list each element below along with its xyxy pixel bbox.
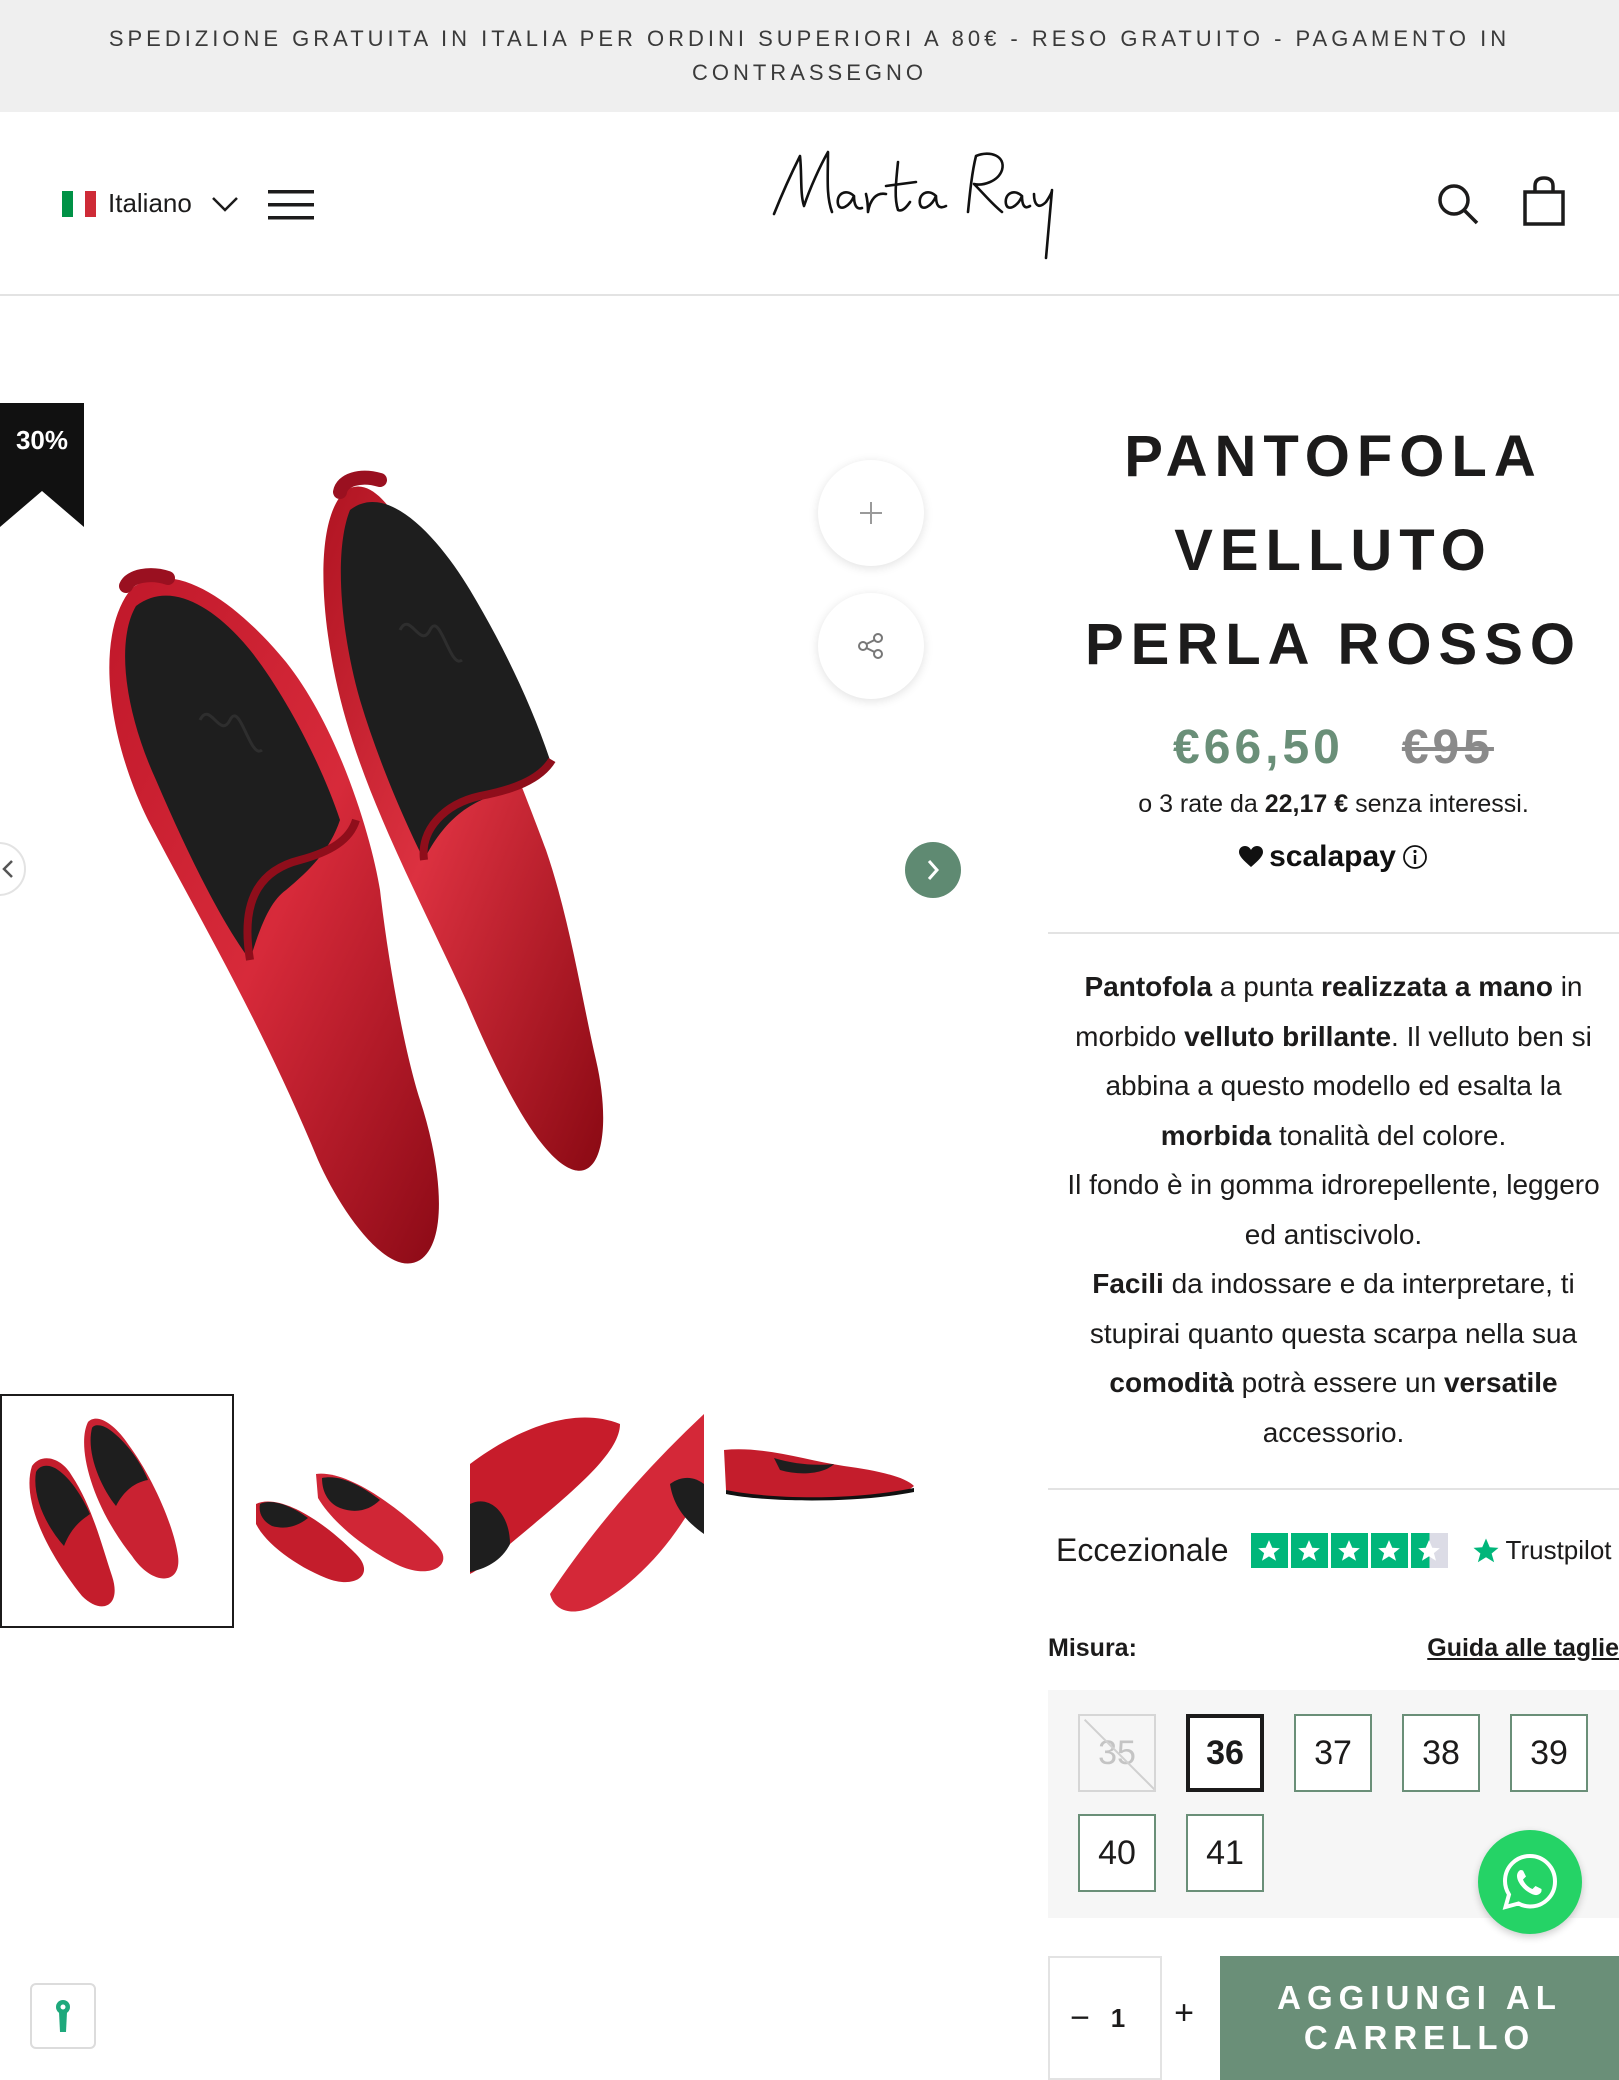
share-button[interactable] [818, 593, 924, 699]
trustpilot-brand: Trustpilot [1505, 1535, 1612, 1565]
star-icon [1370, 1533, 1408, 1568]
menu-icon[interactable] [268, 188, 314, 222]
whatsapp-icon [1502, 1853, 1558, 1910]
scalapay-badge[interactable]: scalapay [1048, 840, 1619, 874]
search-icon[interactable] [1436, 182, 1480, 226]
star-half-icon [1410, 1533, 1448, 1568]
size-header: Misura: Guida alle taglie [1048, 1634, 1619, 1663]
desc-bold: morbida [1160, 1119, 1272, 1151]
italy-flag-icon [62, 190, 96, 217]
trustpilot-star-icon [1473, 1538, 1499, 1562]
desc-text: da indossare e da interpretare, ti stupi… [1089, 1268, 1578, 1349]
desc-bold: comodità [1109, 1367, 1234, 1398]
star-icon [1330, 1533, 1368, 1568]
desc-text: tonalità del colore. [1271, 1119, 1507, 1151]
quantity-value[interactable]: 1 [1111, 2003, 1125, 2034]
product-title-line: PANTOFOLA [1124, 424, 1543, 489]
product-title-line: VELLUTO [1174, 518, 1493, 583]
size-option-35[interactable]: 35 [1078, 1714, 1156, 1792]
thumbnail-strip [0, 1394, 940, 1628]
description-paragraph: Il fondo è in gomma idrorepellente, legg… [1067, 1169, 1600, 1250]
discount-badge-text: 30% [15, 425, 69, 455]
trustpilot-widget[interactable]: Eccezionale Trustpilot [1056, 1532, 1619, 1569]
installments-text: o 3 rate da 22,17 € senza interessi. [1048, 790, 1619, 819]
price-block: €66,50 €95 [1048, 720, 1619, 775]
star-icon [1290, 1533, 1328, 1568]
installments-amount: 22,17 € [1264, 790, 1349, 818]
product-info: PANTOFOLA VELLUTO PERLA ROSSO €66,50 €95… [1048, 400, 1619, 2080]
language-selector[interactable]: Italiano [62, 188, 238, 219]
size-option-36[interactable]: 36 [1186, 1714, 1264, 1792]
desc-text: accessorio. [1262, 1416, 1405, 1448]
size-label: Misura: [1048, 1634, 1137, 1662]
divider [1048, 1488, 1619, 1490]
description-paragraph: Pantofola a punta realizzata a mano in m… [1048, 962, 1619, 1160]
trustpilot-stars [1250, 1533, 1448, 1568]
next-image-button[interactable] [905, 842, 961, 898]
thumbnail-3-image [470, 1414, 704, 1612]
announcement-bar: SPEDIZIONE GRATUITA IN ITALIA PER ORDINI… [0, 0, 1619, 112]
thumbnail-3[interactable] [470, 1394, 704, 1628]
thumbnail-2-image [256, 1473, 444, 1583]
thumbnail-2[interactable] [236, 1394, 470, 1628]
size-option-38[interactable]: 38 [1402, 1714, 1480, 1792]
size-option-37[interactable]: 37 [1294, 1714, 1372, 1792]
thumbnail-1[interactable] [0, 1394, 234, 1628]
discount-badge: 30% [0, 403, 84, 527]
desc-bold: Facili [1092, 1268, 1164, 1299]
add-to-cart-button[interactable]: AGGIUNGI AL CARRELLO [1220, 1956, 1619, 2080]
heart-icon [1239, 846, 1264, 867]
description-paragraph: Facili da indossare e da interpretare, t… [1048, 1259, 1619, 1457]
product-main-image[interactable] [0, 400, 960, 1340]
site-header: Italiano [0, 112, 1619, 296]
size-guide-link[interactable]: Guida alle taglie [1427, 1634, 1619, 1663]
chevron-left-icon [2, 860, 13, 878]
size-option-39[interactable]: 39 [1510, 1714, 1588, 1792]
desc-bold: realizzata a mano [1321, 971, 1553, 1002]
desc-text: a punta [1212, 971, 1322, 1002]
zoom-button[interactable] [818, 460, 924, 566]
desc-bold: Pantofola [1084, 971, 1213, 1002]
installments-suffix: senza interessi. [1348, 790, 1529, 818]
star-icon [1250, 1533, 1288, 1568]
quantity-decrease-button[interactable]: − [1060, 1999, 1100, 2038]
installments-prefix: o 3 rate da [1138, 790, 1265, 818]
keyhole-icon [56, 2000, 70, 2032]
announcement-text: SPEDIZIONE GRATUITA IN ITALIA PER ORDINI… [108, 26, 1511, 85]
language-label: Italiano [108, 188, 192, 218]
shopping-bag-icon[interactable] [1522, 176, 1566, 226]
desc-text: potrà essere un [1233, 1367, 1444, 1398]
whatsapp-chat-button[interactable] [1478, 1830, 1582, 1934]
thumbnail-1-image [29, 1418, 179, 1607]
original-price: €95 [1401, 721, 1494, 774]
product-title: PANTOFOLA VELLUTO PERLA ROSSO [1048, 410, 1619, 692]
trustpilot-logo: Trustpilot [1470, 1535, 1612, 1566]
divider [1048, 932, 1619, 934]
desc-bold: velluto brillante [1184, 1020, 1392, 1052]
product-title-line: PERLA ROSSO [1084, 612, 1583, 677]
size-option-40[interactable]: 40 [1078, 1814, 1156, 1892]
chevron-down-icon [211, 196, 238, 212]
product-description: Pantofola a punta realizzata a mano in m… [1048, 962, 1619, 1457]
brand-logo[interactable] [770, 142, 1060, 272]
chevron-right-icon [927, 860, 940, 880]
size-option-41[interactable]: 41 [1186, 1814, 1264, 1892]
share-icon [858, 633, 883, 659]
sale-price: €66,50 [1173, 721, 1344, 774]
thumbnail-4-image [724, 1449, 914, 1501]
desc-bold: versatile [1443, 1367, 1558, 1398]
thumbnail-4[interactable] [704, 1394, 938, 1628]
info-icon[interactable] [1402, 844, 1428, 870]
trustpilot-rating-label: Eccezionale [1056, 1532, 1229, 1568]
privacy-settings-button[interactable] [30, 1983, 96, 2049]
scalapay-label: scalapay [1269, 840, 1396, 873]
plus-icon [860, 502, 882, 524]
quantity-stepper: − 1 [1048, 1956, 1162, 2080]
quantity-increase-button[interactable]: + [1164, 1994, 1204, 2033]
